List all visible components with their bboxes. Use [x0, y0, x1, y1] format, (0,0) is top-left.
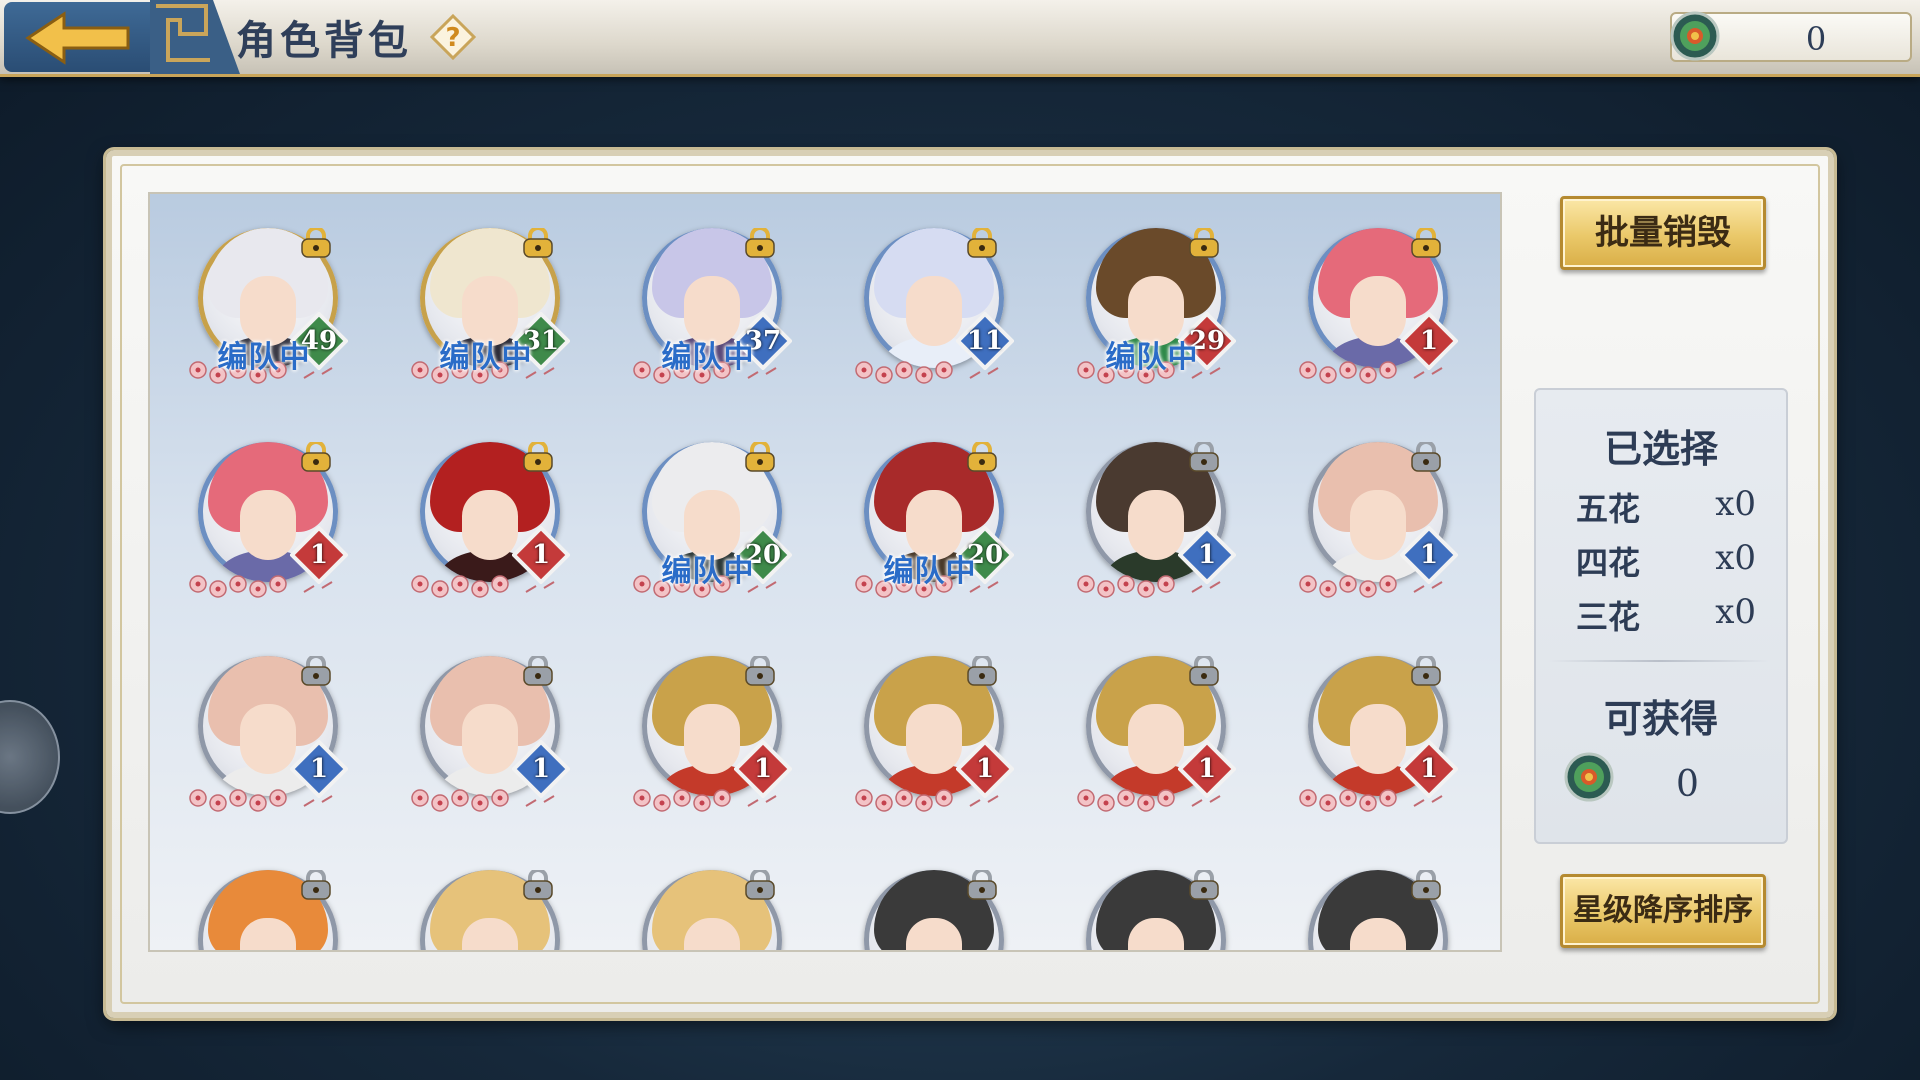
lock-icon[interactable] — [1408, 228, 1444, 258]
lock-icon[interactable] — [520, 656, 556, 686]
currency-value: 0 — [1805, 20, 1827, 58]
count-label: 四花 — [1576, 544, 1641, 582]
count-label: 三花 — [1576, 598, 1641, 636]
top-bar: 角色背包 ? 0 — [0, 0, 1920, 77]
jade-coin-icon — [1564, 752, 1614, 802]
count-value: x0 — [1715, 484, 1756, 524]
divider — [1548, 660, 1770, 662]
in-team-tag: 编队中 — [661, 554, 755, 589]
character-card[interactable]: 1 — [1064, 420, 1244, 620]
obtainable-title: 可获得 — [1603, 696, 1718, 741]
level-number: 1 — [1197, 540, 1217, 570]
selection-summary: 已选择 五花 x0 四花 x0 三花 x0 可获得 0 — [1534, 388, 1788, 844]
character-grid: 49 编队中 31 编队中 37 编队中 11 29 编队中 1 1 1 20 编队中 20 编队中 1 1 1 1 1… — [148, 192, 1502, 952]
character-card[interactable]: 1 — [1064, 634, 1244, 834]
count-label: 五花 — [1576, 490, 1641, 528]
character-card[interactable] — [398, 848, 578, 950]
sort-by-star-button[interactable]: 星级降序排序 — [1560, 874, 1766, 948]
question-mark-icon: ? — [429, 13, 477, 61]
in-team-tag: 编队中 — [661, 340, 755, 375]
character-card[interactable] — [1064, 848, 1244, 950]
in-team-tag: 编队中 — [439, 340, 533, 375]
level-number: 1 — [309, 754, 329, 784]
lock-icon[interactable] — [520, 228, 556, 258]
jade-coin-icon — [1670, 11, 1720, 61]
lock-icon[interactable] — [1408, 656, 1444, 686]
lock-icon[interactable] — [1186, 442, 1222, 472]
character-card[interactable]: 11 — [842, 206, 1022, 406]
in-team-tag: 编队中 — [883, 554, 977, 589]
character-card[interactable]: 1 — [1286, 206, 1466, 406]
back-button[interactable] — [4, 2, 166, 72]
lock-icon[interactable] — [964, 442, 1000, 472]
lock-icon[interactable] — [298, 442, 334, 472]
character-card[interactable]: 1 — [398, 634, 578, 834]
count-value: x0 — [1715, 538, 1756, 578]
obtainable-value: 0 — [1676, 764, 1699, 805]
lock-icon[interactable] — [742, 442, 778, 472]
character-card[interactable]: 1 — [842, 634, 1022, 834]
character-card[interactable]: 1 — [1286, 634, 1466, 834]
lock-icon[interactable] — [1186, 228, 1222, 258]
lock-icon[interactable] — [964, 228, 1000, 258]
character-card[interactable]: 37 编队中 — [620, 206, 800, 406]
lock-icon[interactable] — [1186, 656, 1222, 686]
lock-icon[interactable] — [964, 870, 1000, 900]
character-card[interactable] — [620, 848, 800, 950]
level-number: 11 — [966, 326, 1004, 356]
svg-text:?: ? — [445, 23, 460, 53]
character-card[interactable]: 1 — [1286, 420, 1466, 620]
lock-icon[interactable] — [1186, 870, 1222, 900]
lock-icon[interactable] — [964, 656, 1000, 686]
lock-icon[interactable] — [1408, 870, 1444, 900]
lattice-ornament — [150, 0, 240, 74]
backpack-panel: 49 编队中 31 编队中 37 编队中 11 29 编队中 1 1 1 20 编队中 20 编队中 1 1 1 1 1… — [106, 150, 1834, 1018]
lock-icon[interactable] — [298, 656, 334, 686]
back-arrow-icon — [25, 11, 130, 65]
character-card[interactable]: 1 — [176, 634, 356, 834]
character-card[interactable]: 1 — [398, 420, 578, 620]
in-team-tag: 编队中 — [217, 340, 311, 375]
lock-icon[interactable] — [520, 870, 556, 900]
level-number: 1 — [1419, 754, 1439, 784]
level-number: 1 — [753, 754, 773, 784]
level-number: 1 — [309, 540, 329, 570]
character-card[interactable]: 49 编队中 — [176, 206, 356, 406]
help-button[interactable]: ? — [429, 13, 477, 61]
level-number: 1 — [531, 540, 551, 570]
level-number: 1 — [975, 754, 995, 784]
lock-icon[interactable] — [298, 228, 334, 258]
lock-icon[interactable] — [742, 656, 778, 686]
level-number: 1 — [531, 754, 551, 784]
character-card[interactable]: 1 — [176, 420, 356, 620]
lock-icon[interactable] — [742, 228, 778, 258]
character-card[interactable]: 29 编队中 — [1064, 206, 1244, 406]
character-card[interactable] — [842, 848, 1022, 950]
level-number: 1 — [1197, 754, 1217, 784]
side-avatar-tab[interactable] — [0, 700, 60, 814]
lock-icon[interactable] — [298, 870, 334, 900]
character-card[interactable] — [1286, 848, 1466, 950]
lock-icon[interactable] — [520, 442, 556, 472]
character-card[interactable]: 20 编队中 — [620, 420, 800, 620]
page-title: 角色背包 — [236, 17, 412, 64]
lock-icon[interactable] — [1408, 442, 1444, 472]
level-number: 1 — [1419, 540, 1439, 570]
in-team-tag: 编队中 — [1105, 340, 1199, 375]
character-card[interactable]: 31 编队中 — [398, 206, 578, 406]
count-value: x0 — [1715, 592, 1756, 632]
character-card[interactable]: 20 编队中 — [842, 420, 1022, 620]
character-card[interactable] — [176, 848, 356, 950]
character-card[interactable]: 1 — [620, 634, 800, 834]
level-number: 1 — [1419, 326, 1439, 356]
lock-icon[interactable] — [742, 870, 778, 900]
batch-destroy-button[interactable]: 批量销毁 — [1560, 196, 1766, 270]
selected-title: 已选择 — [1603, 426, 1718, 471]
